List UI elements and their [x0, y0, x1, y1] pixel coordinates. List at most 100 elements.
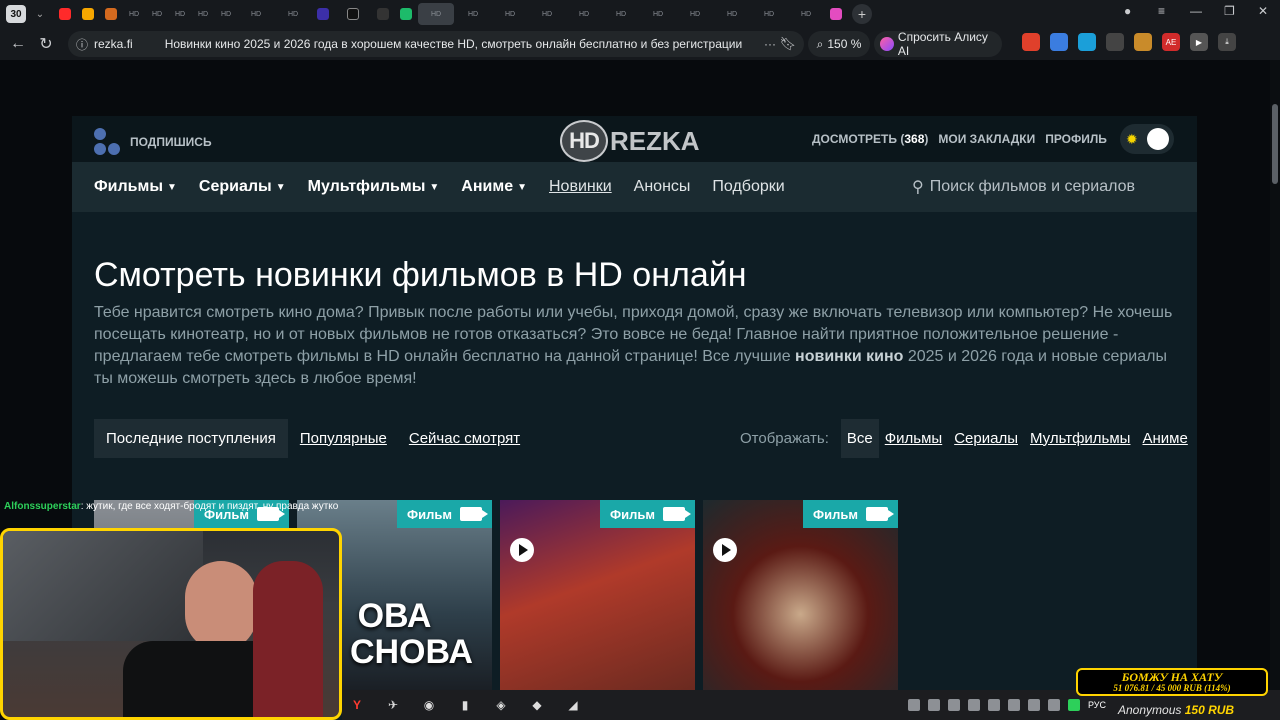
app-icon-5[interactable]: ◈	[486, 690, 516, 720]
tray-icon[interactable]	[1008, 699, 1020, 711]
obs-app-icon[interactable]: ◉	[414, 690, 444, 720]
tray-icon[interactable]	[1068, 699, 1080, 711]
menu-icon[interactable]: ≡	[1158, 4, 1165, 18]
extension-icon-6[interactable]: AE	[1162, 33, 1180, 51]
subscribe-link[interactable]: ПОДПИШИСЬ	[94, 128, 212, 156]
nav-collections[interactable]: Подборки	[712, 178, 784, 196]
camera-icon	[663, 507, 691, 521]
alice-button[interactable]: Спросить Алису AI	[874, 30, 1002, 58]
tab-15[interactable]: HD	[455, 3, 491, 25]
tab-m[interactable]	[77, 3, 99, 25]
tab-youtube[interactable]	[54, 3, 76, 25]
tab-popular[interactable]: Популярные	[300, 430, 387, 447]
tab-7[interactable]: HD	[215, 3, 237, 25]
tray-icon[interactable]	[968, 699, 980, 711]
filter-cartoons[interactable]: Мультфильмы	[1030, 430, 1130, 447]
site-info-icon[interactable]: ⓘ	[76, 36, 88, 53]
site-logo[interactable]: HD REZKA	[560, 120, 700, 162]
tray-icon[interactable]	[1028, 699, 1040, 711]
tab-19[interactable]: HD	[603, 3, 639, 25]
play-icon[interactable]	[510, 538, 534, 562]
tray-icon[interactable]	[908, 699, 920, 711]
app-icon-7[interactable]: ◢	[558, 690, 588, 720]
filter-series[interactable]: Сериалы	[954, 430, 1018, 447]
donation-progress: 51 076.81 / 45 000 RUB (114%)	[1113, 683, 1231, 693]
extension-icon-3[interactable]	[1078, 33, 1096, 51]
nav-announce[interactable]: Анонсы	[634, 178, 691, 196]
profile-avatar-icon[interactable]: ●	[1124, 4, 1131, 18]
zoom-indicator[interactable]: ⌕ 150 %	[808, 31, 870, 57]
filter-anime[interactable]: Аниме	[1142, 430, 1187, 447]
tray-icon[interactable]	[948, 699, 960, 711]
close-icon[interactable]: ✕	[1258, 4, 1268, 18]
tray-icon[interactable]	[988, 699, 1000, 711]
omnibox[interactable]: ⓘ rezka.fi Новинки кино 2025 и 2026 года…	[68, 31, 804, 57]
scrollbar-thumb[interactable]	[1272, 104, 1278, 184]
tab-menu-chevron-icon[interactable]: ⌄	[30, 9, 50, 20]
profile-link[interactable]: ПРОФИЛЬ	[1045, 132, 1107, 146]
maximize-icon[interactable]: ❐	[1224, 4, 1235, 18]
download-icon[interactable]: ⤓	[1218, 33, 1236, 51]
tab-12[interactable]	[372, 3, 394, 25]
tab-23[interactable]: HD	[751, 3, 787, 25]
extension-icon-1[interactable]	[1022, 33, 1040, 51]
theme-toggle[interactable]: ✹	[1120, 124, 1174, 154]
tray-language[interactable]: РУС	[1088, 700, 1106, 710]
new-tab-button[interactable]: +	[852, 4, 872, 24]
tab-5[interactable]: HD	[169, 3, 191, 25]
watch-later-link[interactable]: ДОСМОТРЕТЬ (368)	[812, 132, 928, 146]
tab-now-watching[interactable]: Сейчас смотрят	[409, 430, 520, 447]
app-icon-4[interactable]: ▮	[450, 690, 480, 720]
filter-all[interactable]: Все	[840, 418, 879, 458]
search-input[interactable]: Поиск фильмов и сериалов	[930, 178, 1135, 196]
bookmarks-link[interactable]: МОИ ЗАКЛАДКИ	[938, 132, 1035, 146]
nav-anime[interactable]: Аниме ▼	[461, 178, 527, 196]
tab-9[interactable]: HD	[275, 3, 311, 25]
webcam-background	[3, 531, 203, 641]
tray-icon[interactable]	[1048, 699, 1060, 711]
reload-icon[interactable]: ↻	[32, 34, 60, 54]
tab-10[interactable]	[312, 3, 334, 25]
tray-icon[interactable]	[928, 699, 940, 711]
nav-films[interactable]: Фильмы ▼	[94, 178, 177, 196]
tab-3[interactable]: HD	[123, 3, 145, 25]
play-icon[interactable]	[713, 538, 737, 562]
extension-icon-7[interactable]: ▶	[1190, 33, 1208, 51]
tab-18[interactable]: HD	[566, 3, 602, 25]
extension-icon-5[interactable]	[1134, 33, 1152, 51]
tab-25[interactable]	[825, 3, 847, 25]
tab-22[interactable]: HD	[714, 3, 750, 25]
nav-cartoons[interactable]: Мультфильмы ▼	[308, 178, 440, 196]
back-arrow-icon[interactable]: ←	[4, 35, 32, 53]
page-scrollbar[interactable]	[1270, 60, 1280, 720]
movie-card[interactable]: Фильм	[703, 500, 898, 690]
filter-films[interactable]: Фильмы	[885, 430, 942, 447]
nav-series[interactable]: Сериалы ▼	[199, 178, 286, 196]
site-search[interactable]: ⚲ Поиск фильмов и сериалов	[912, 177, 1135, 197]
camera-icon	[866, 507, 894, 521]
tab-2[interactable]	[100, 3, 122, 25]
tab-8[interactable]: HD	[238, 3, 274, 25]
nav-new[interactable]: Новинки	[549, 178, 612, 196]
more-dots-icon[interactable]: ···	[764, 37, 776, 51]
tab-count[interactable]: 30	[6, 5, 26, 23]
movie-card[interactable]: Фильм	[500, 500, 695, 690]
tab-13[interactable]	[395, 3, 417, 25]
tab-17[interactable]: HD	[529, 3, 565, 25]
tab-20[interactable]: HD	[640, 3, 676, 25]
tab-6[interactable]: HD	[192, 3, 214, 25]
app-icon-6[interactable]: ◆	[522, 690, 552, 720]
minimize-icon[interactable]: —	[1190, 4, 1202, 18]
tab-21[interactable]: HD	[677, 3, 713, 25]
tab-11[interactable]	[335, 3, 371, 25]
telegram-app-icon[interactable]: ✈	[378, 690, 408, 720]
translate-extension-icon[interactable]	[1050, 33, 1068, 51]
tab-4[interactable]: HD	[146, 3, 168, 25]
tab-latest[interactable]: Последние поступления	[94, 418, 288, 458]
tab-24[interactable]: HD	[788, 3, 824, 25]
tab-16[interactable]: HD	[492, 3, 528, 25]
yandex-app-icon[interactable]: Y	[342, 690, 372, 720]
extension-icon-4[interactable]	[1106, 33, 1124, 51]
bookmark-icon[interactable]: 🔖︎	[779, 36, 796, 52]
tab-active-rezka[interactable]: HD	[418, 3, 454, 25]
